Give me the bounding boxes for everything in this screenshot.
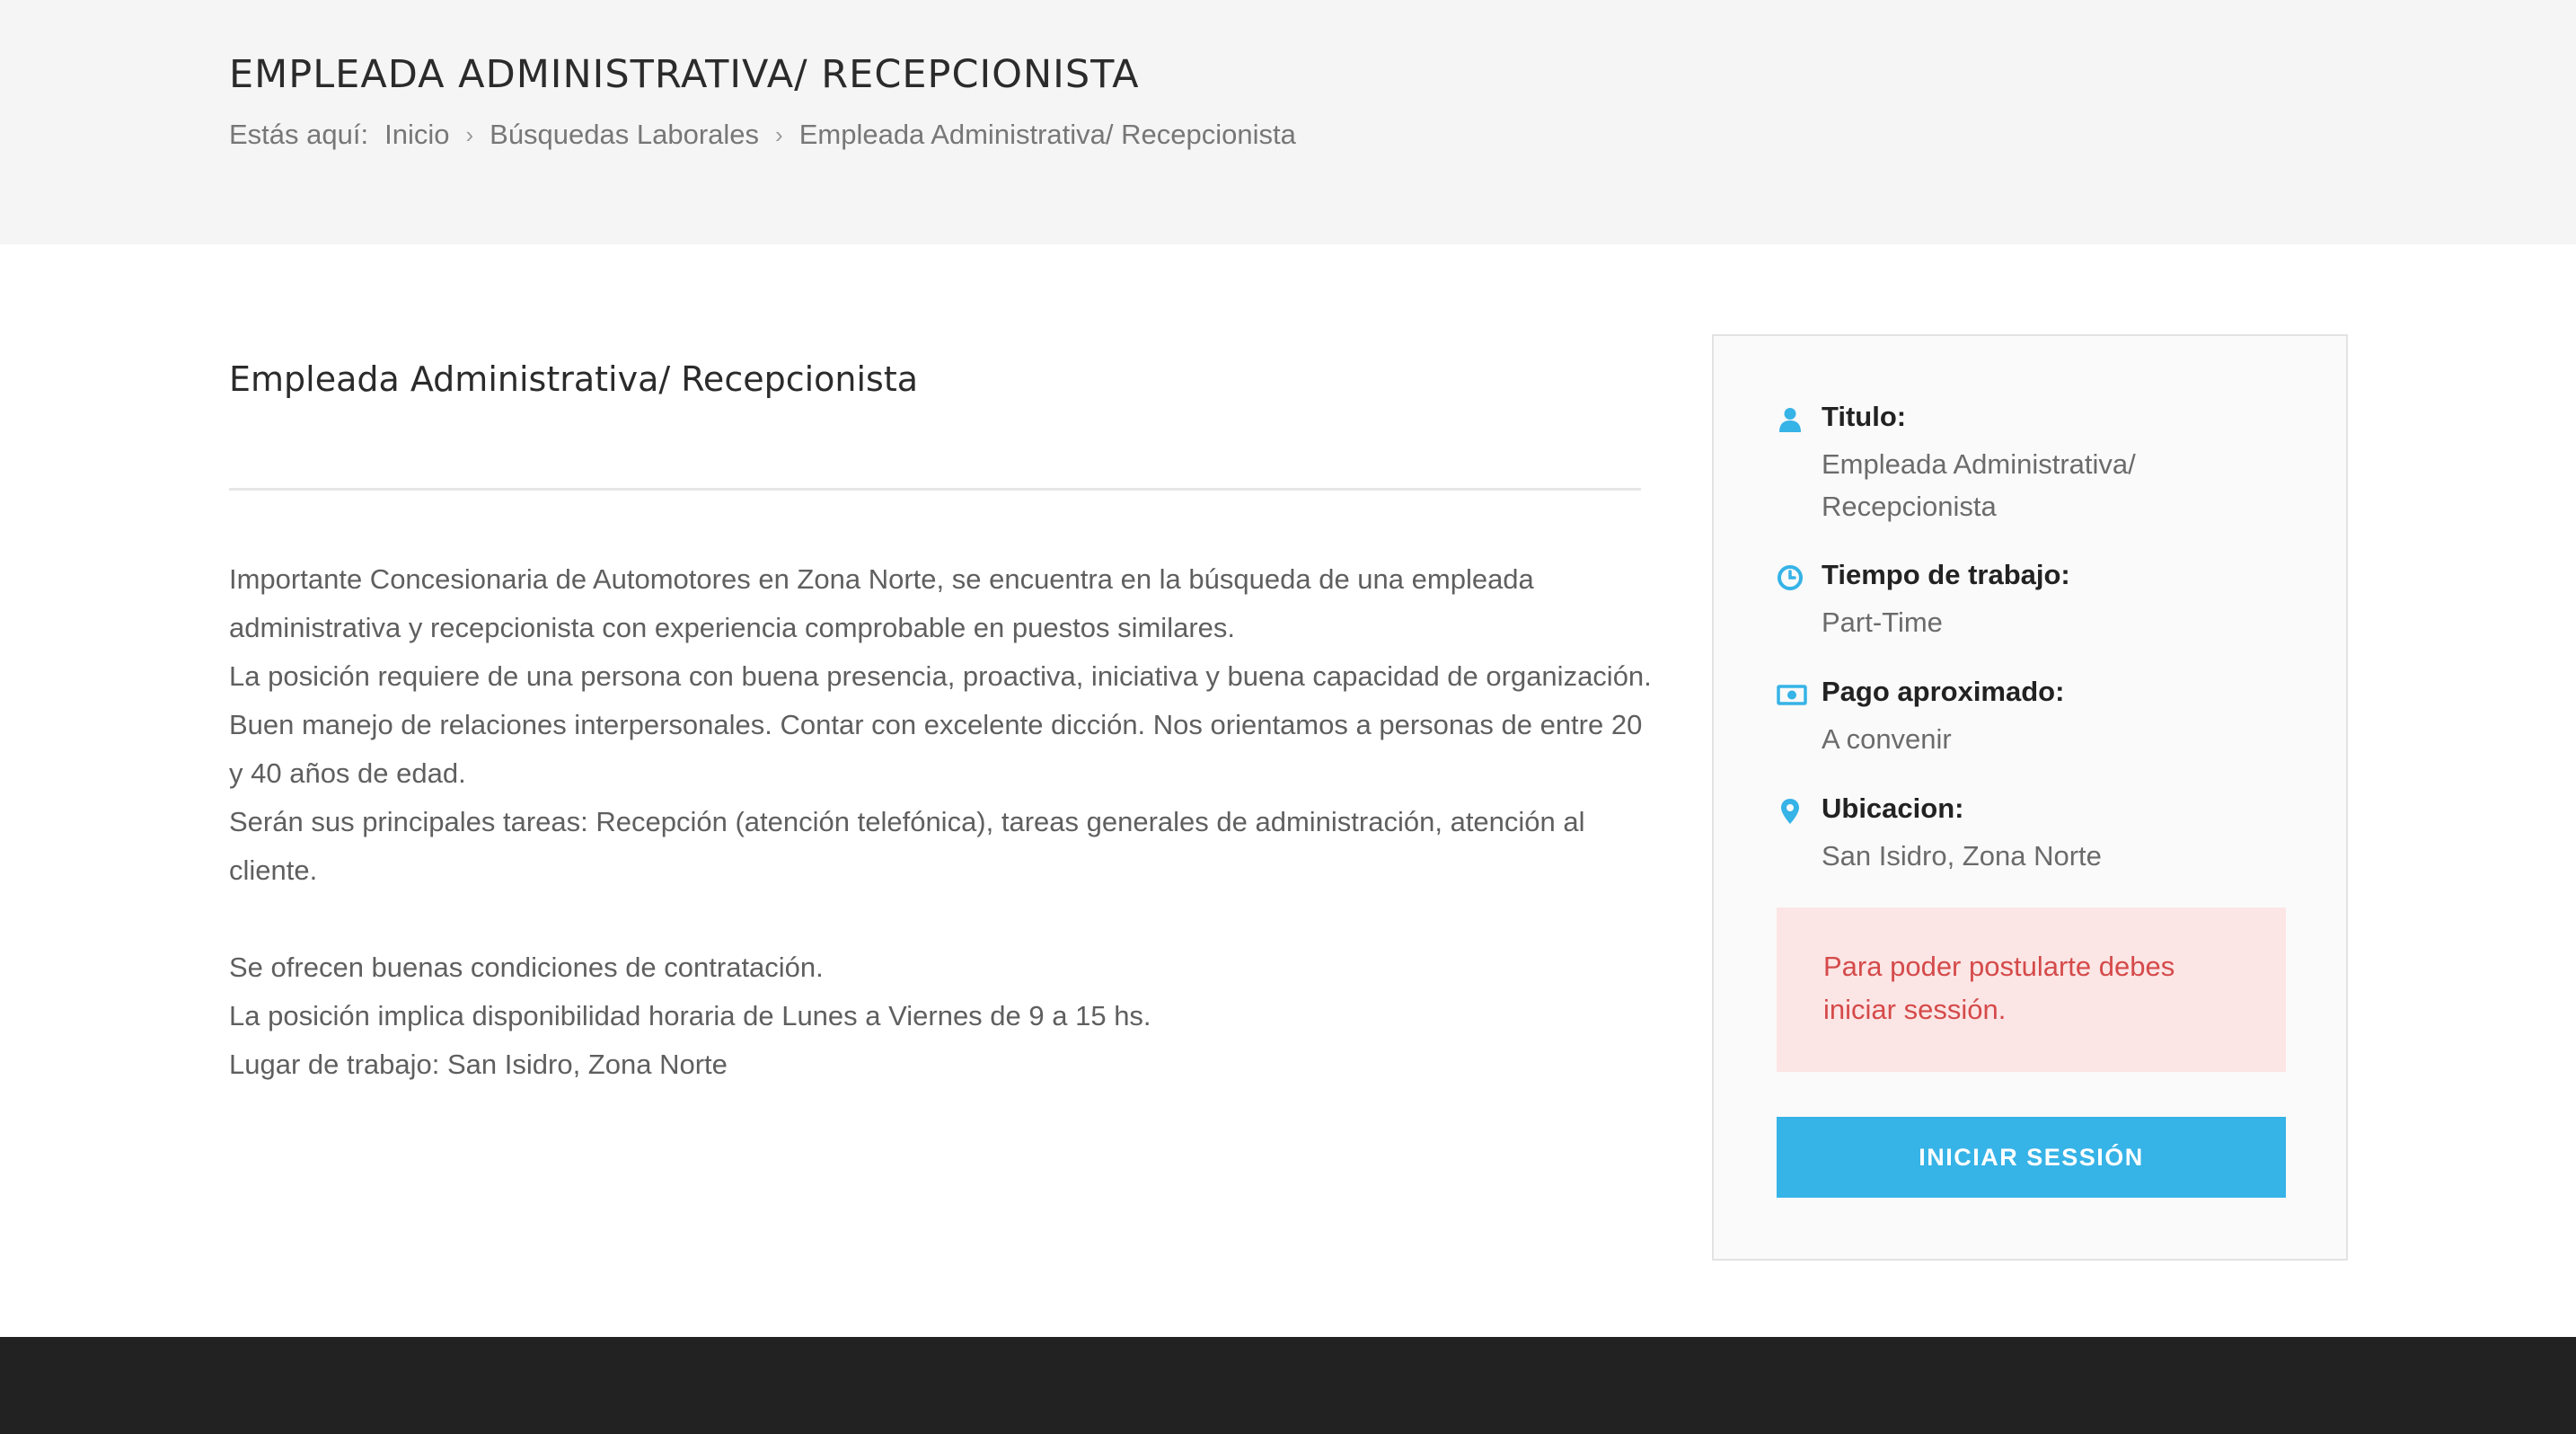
info-value: San Isidro, Zona Norte bbox=[1822, 840, 2102, 872]
description-line: Serán sus principales tareas: Recepción … bbox=[229, 806, 1585, 837]
info-value: A convenir bbox=[1822, 723, 1952, 755]
breadcrumb-link-busquedas[interactable]: Búsquedas Laborales bbox=[490, 119, 759, 151]
description-line: Lugar de trabajo: San Isidro, Zona Norte bbox=[229, 1049, 728, 1080]
description-line: La posición requiere de una persona con … bbox=[229, 660, 1652, 692]
login-required-alert: Para poder postularte debes iniciar sess… bbox=[1777, 907, 2286, 1072]
info-label: Pago aproximado: bbox=[1822, 676, 2065, 707]
description-line: Se ofrecen buenas condiciones de contrat… bbox=[229, 952, 824, 983]
job-title: Empleada Administrativa/ Recepcionista bbox=[229, 359, 919, 399]
job-info-sidebar: Titulo: Empleada Administrativa/ Recepci… bbox=[1712, 334, 2348, 1261]
login-button[interactable]: INICIAR SESSIÓN bbox=[1777, 1117, 2286, 1198]
chevron-right-icon: › bbox=[775, 120, 783, 148]
map-marker-icon bbox=[1781, 799, 1799, 824]
divider bbox=[229, 488, 1641, 491]
footer bbox=[0, 1337, 2576, 1434]
info-label: Tiempo de trabajo: bbox=[1822, 559, 2070, 590]
job-content: Empleada Administrativa/ Recepcionista I… bbox=[229, 359, 1652, 1080]
breadcrumb-current: Empleada Administrativa/ Recepcionista bbox=[798, 119, 1296, 150]
page-header: EMPLEADA ADMINISTRATIVA/ RECEPCIONISTA E… bbox=[0, 0, 2576, 244]
money-icon bbox=[1777, 685, 1807, 705]
breadcrumb-prefix: Estás aquí: bbox=[229, 119, 369, 150]
description-line: administrativa y recepcionista con exper… bbox=[229, 612, 1235, 643]
info-label: Titulo: bbox=[1822, 401, 1907, 432]
description-line: Importante Concesionaria de Automotores … bbox=[229, 563, 1534, 595]
page-title: EMPLEADA ADMINISTRATIVA/ RECEPCIONISTA bbox=[229, 52, 1140, 97]
description-line: y 40 años de edad. bbox=[229, 757, 466, 789]
description-line: La posición implica disponibilidad horar… bbox=[229, 1000, 1151, 1031]
info-label: Ubicacion: bbox=[1822, 792, 1964, 824]
description-line: Buen manejo de relaciones interpersonale… bbox=[229, 709, 1643, 740]
job-description: Importante Concesionaria de Automotores … bbox=[229, 555, 1666, 1089]
clock-icon bbox=[1778, 565, 1803, 590]
chevron-right-icon: › bbox=[465, 120, 474, 148]
info-value: Empleada Administrativa/ Recepcionista bbox=[1822, 448, 2136, 522]
breadcrumb: Estás aquí: Inicio › Búsquedas Laborales… bbox=[229, 119, 1296, 151]
info-value: Part-Time bbox=[1822, 606, 1943, 638]
user-icon bbox=[1779, 408, 1801, 432]
description-line: cliente. bbox=[229, 854, 318, 886]
breadcrumb-link-inicio[interactable]: Inicio bbox=[384, 119, 449, 151]
